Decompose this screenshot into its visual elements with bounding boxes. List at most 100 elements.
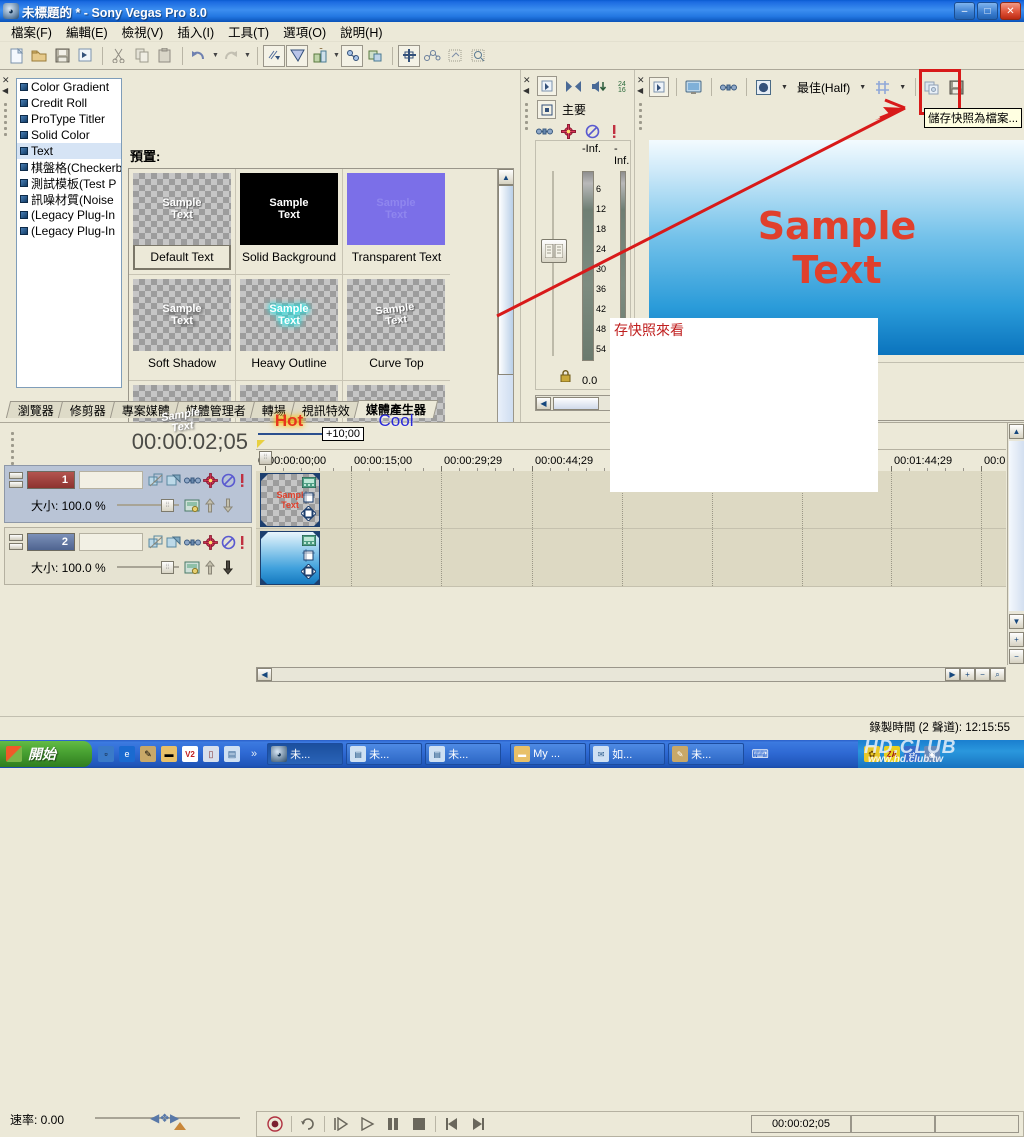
record-icon[interactable] xyxy=(265,1114,285,1134)
selection-edit-tool-icon[interactable] xyxy=(364,45,386,67)
clip-event-media-icon[interactable] xyxy=(301,476,317,491)
taskbar-item-3[interactable]: ▤ 未... xyxy=(425,743,502,765)
quality-dropdown-icon[interactable]: ▼ xyxy=(856,84,869,91)
panel-menu-icon[interactable]: ◀ xyxy=(637,86,643,95)
track-minimize-buttons[interactable] xyxy=(9,534,23,550)
scrollbar-thumb[interactable] xyxy=(498,185,513,375)
menu-insert[interactable]: 插入(I) xyxy=(170,20,221,43)
transport-time-field[interactable]: 00:00:02;05 xyxy=(751,1115,851,1133)
v2-icon[interactable]: V2 xyxy=(182,746,198,762)
clip-crop-icon[interactable] xyxy=(302,549,315,565)
volume-fader-handle[interactable] xyxy=(541,239,567,263)
preview-quality-label[interactable]: 最佳(Half) xyxy=(794,79,853,96)
scroll-left-icon[interactable]: ◀ xyxy=(536,396,551,410)
notepad-icon[interactable]: ▤ xyxy=(224,746,240,762)
pause-icon[interactable] xyxy=(383,1114,403,1134)
track-level-slider[interactable]: ⦙⦙ xyxy=(117,561,179,574)
media-pool-icon[interactable] xyxy=(444,45,466,67)
list-item[interactable]: Credit Roll xyxy=(17,95,121,111)
scroll-right-icon[interactable]: ▶ xyxy=(945,668,960,681)
preset-cell-default-text[interactable]: Sample Text Default Text xyxy=(129,169,236,275)
track-number[interactable]: 1 xyxy=(27,471,75,489)
taskbar-item-2[interactable]: ▤ 未... xyxy=(346,743,423,765)
clip-pan-crop-move-icon[interactable] xyxy=(300,563,317,582)
timeline-hscrollbar[interactable]: ◀ ▶ + − ⌕ xyxy=(256,667,1006,682)
bypass-fx-icon[interactable] xyxy=(147,533,165,551)
clip-event-media-icon[interactable] xyxy=(301,534,317,549)
dither-icon[interactable]: 24 16 xyxy=(615,76,633,96)
track-name-field[interactable] xyxy=(79,533,143,551)
list-item[interactable]: Solid Color xyxy=(17,127,121,143)
track-name-field[interactable] xyxy=(79,471,143,489)
mixer-icon[interactable] xyxy=(421,45,443,67)
volume-fader-track[interactable] xyxy=(552,171,554,356)
close-icon[interactable]: ✕ xyxy=(637,75,645,86)
folder-icon[interactable]: ▬ xyxy=(161,746,177,762)
project-properties-icon[interactable] xyxy=(74,45,96,67)
zoom-in-horizontal-icon[interactable]: + xyxy=(960,668,975,681)
timeline-clip-1[interactable]: Sampl Text xyxy=(260,473,320,527)
automation-settings-icon[interactable] xyxy=(183,496,201,514)
scrollbar-thumb[interactable] xyxy=(553,396,599,410)
stop-icon[interactable] xyxy=(409,1114,429,1134)
edit-tool-dropdown-icon[interactable]: ▼ xyxy=(332,45,341,67)
grid-dropdown-icon[interactable]: ▼ xyxy=(896,84,909,91)
plugin-list[interactable]: Color Gradient Credit Roll ProType Title… xyxy=(16,78,122,388)
list-item[interactable]: (Legacy Plug-In xyxy=(17,207,121,223)
mute-icon[interactable] xyxy=(219,533,237,551)
bus-icon[interactable] xyxy=(537,100,556,119)
fx-icon[interactable] xyxy=(201,471,219,489)
normal-edit-icon[interactable] xyxy=(537,76,557,96)
solo-icon[interactable] xyxy=(237,471,247,489)
auto-ripple-icon[interactable] xyxy=(286,44,308,67)
maximize-button[interactable]: □ xyxy=(977,2,998,20)
scroll-up-icon[interactable]: ▲ xyxy=(498,169,513,185)
menu-file[interactable]: 檔案(F) xyxy=(4,20,59,43)
track-lane-2[interactable] xyxy=(256,529,1006,587)
fx-icon[interactable] xyxy=(559,122,578,140)
menu-tools[interactable]: 工具(T) xyxy=(221,20,276,43)
undo-icon[interactable] xyxy=(188,45,210,67)
solo-icon[interactable] xyxy=(607,122,621,140)
compositing-parent-icon[interactable] xyxy=(201,558,219,576)
normal-edit-icon[interactable] xyxy=(649,77,669,97)
taskbar-item-my[interactable]: ▬ My ... xyxy=(510,743,587,765)
bypass-fx-icon[interactable] xyxy=(147,471,165,489)
compositing-parent-icon[interactable] xyxy=(201,496,219,514)
start-button[interactable]: 開始 xyxy=(0,741,92,767)
transport-field-2[interactable] xyxy=(851,1115,935,1133)
panel-grip[interactable]: ✕ ◀ xyxy=(2,74,10,404)
fx-icon[interactable] xyxy=(201,533,219,551)
track-header-1[interactable]: 1 大小: 100.0 % ⦙⦙ xyxy=(4,465,252,523)
preset-cell-transparent-text[interactable]: Sample Text Transparent Text xyxy=(343,169,450,275)
preset-vscrollbar[interactable]: ▲ ▼ xyxy=(497,169,513,463)
paste-icon[interactable] xyxy=(154,45,176,67)
pan-icon[interactable] xyxy=(183,533,201,551)
timeline-cursor-handle[interactable]: ⦙⦙ xyxy=(259,451,272,465)
project-video-icon[interactable] xyxy=(683,77,704,97)
compositing-child-icon[interactable] xyxy=(219,558,237,576)
zoom-out-vertical-icon[interactable]: − xyxy=(1009,649,1024,664)
redo-icon[interactable] xyxy=(220,45,242,67)
compositing-child-icon[interactable] xyxy=(219,496,237,514)
play-icon[interactable] xyxy=(357,1114,377,1134)
minimize-button[interactable]: – xyxy=(954,2,975,20)
track-level-slider[interactable]: ⦙⦙ xyxy=(117,499,179,512)
go-to-start-icon[interactable] xyxy=(442,1114,462,1134)
track-fx-icon[interactable] xyxy=(165,471,183,489)
open-project-icon[interactable] xyxy=(28,45,50,67)
undo-dropdown-icon[interactable]: ▼ xyxy=(211,45,220,67)
clip-pan-crop-move-icon[interactable] xyxy=(300,505,317,524)
list-item[interactable]: 訊噪材質(Noise xyxy=(17,191,121,207)
close-icon[interactable]: ✕ xyxy=(2,75,10,86)
grid-icon[interactable] xyxy=(872,77,892,97)
loop-playback-icon[interactable] xyxy=(298,1114,318,1134)
preset-cell-curve-top[interactable]: Sample Text Curve Top xyxy=(343,275,450,381)
overlays-dropdown-icon[interactable]: ▼ xyxy=(778,84,791,91)
track-minimize-buttons[interactable] xyxy=(9,472,23,488)
show-desktop-icon[interactable]: ▫ xyxy=(98,746,114,762)
timeline-grip[interactable] xyxy=(10,429,15,468)
panel-menu-icon[interactable]: ◀ xyxy=(523,86,529,95)
book-icon[interactable]: ▯ xyxy=(203,746,219,762)
timeline-clip-2[interactable] xyxy=(260,531,320,585)
